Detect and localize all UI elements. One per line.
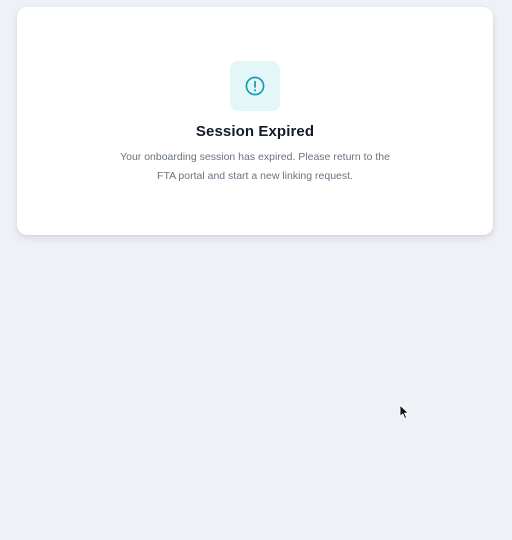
alert-icon-tile xyxy=(230,61,280,111)
dialog-message: Your onboarding session has expired. Ple… xyxy=(120,151,390,182)
session-expired-card: Session Expired Your onboarding session … xyxy=(17,7,493,235)
mouse-pointer-icon xyxy=(399,404,409,420)
alert-circle-icon xyxy=(245,76,265,96)
dialog-title: Session Expired xyxy=(195,123,315,140)
